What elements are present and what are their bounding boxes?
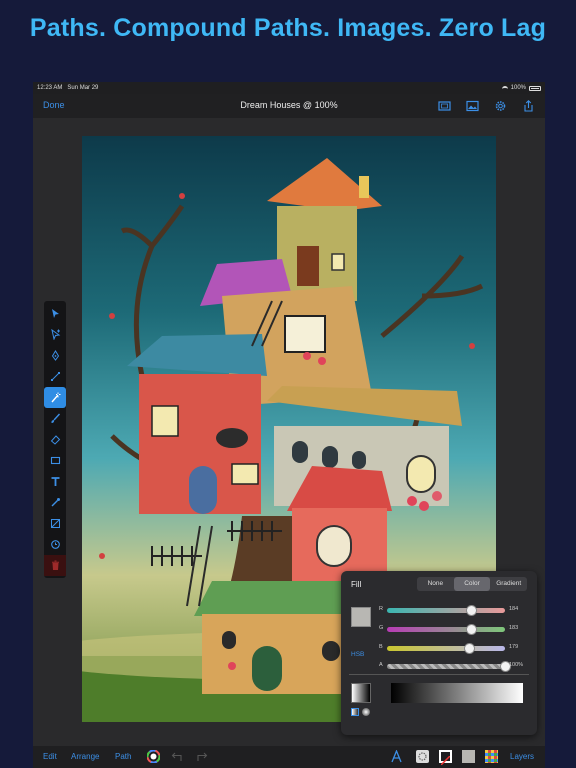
blue-label: B [379, 644, 383, 650]
green-slider-knob[interactable] [466, 624, 478, 635]
status-right: 100% [501, 85, 541, 91]
fill-mode-none[interactable]: None [417, 577, 454, 591]
fill-mode-color[interactable]: Color [453, 577, 491, 591]
magic-wand-icon[interactable] [44, 387, 66, 408]
linear-gradient-icon[interactable] [351, 708, 359, 716]
status-time: 12:23 AM Sun Mar 29 [37, 85, 99, 91]
blue-slider[interactable] [387, 646, 505, 651]
stroke-style-icon[interactable] [439, 750, 452, 766]
edit-button[interactable]: Edit [43, 752, 57, 761]
radial-gradient-icon[interactable] [362, 708, 370, 716]
rectangle-icon[interactable] [44, 450, 66, 471]
canvas-size-icon[interactable] [438, 99, 451, 111]
blue-slider-row: B 179 [379, 643, 529, 654]
path-button[interactable]: Path [115, 752, 131, 761]
alpha-value: 100% [509, 662, 524, 668]
rotate-icon[interactable] [44, 534, 66, 555]
nav-icons [438, 99, 535, 112]
battery-percent: 100% [510, 85, 526, 91]
image-icon[interactable] [466, 99, 479, 112]
fill-color-well[interactable] [462, 750, 475, 763]
trash-icon[interactable] [44, 555, 66, 576]
current-color-swatch[interactable] [351, 607, 371, 627]
gradient-bar[interactable] [391, 683, 523, 703]
arrange-button[interactable]: Arrange [71, 752, 99, 761]
eraser-icon[interactable] [44, 429, 66, 450]
gradient-preview[interactable] [351, 683, 371, 703]
text-icon[interactable] [44, 471, 66, 492]
gear-icon[interactable] [494, 99, 507, 111]
direct-select-icon[interactable] [44, 324, 66, 345]
layers-button[interactable]: Layers [510, 752, 534, 761]
text-style-icon[interactable] [390, 749, 403, 763]
share-icon[interactable] [522, 99, 535, 112]
status-bar: 12:23 AM Sun Mar 29 100% [33, 82, 545, 94]
color-wheel-icon[interactable] [146, 749, 161, 764]
alpha-slider-row: A 100% [379, 661, 529, 672]
headline: Paths. Compound Paths. Images. Zero Lag [29, 14, 547, 42]
fill-panel-divider [349, 674, 529, 675]
fill-style-icon[interactable] [416, 750, 429, 763]
battery-icon [529, 85, 541, 91]
brush-icon[interactable] [44, 408, 66, 429]
red-label: R [379, 606, 383, 612]
tool-palette [44, 301, 66, 578]
alpha-label: A [379, 662, 383, 668]
green-slider[interactable] [387, 627, 505, 632]
anchor-point-icon[interactable] [44, 366, 66, 387]
swatches-icon[interactable] [485, 750, 498, 763]
wifi-icon [501, 86, 508, 90]
nav-bar: Done Dream Houses @ 100% [33, 94, 545, 118]
red-slider[interactable] [387, 608, 505, 613]
undo-icon[interactable] [171, 750, 184, 763]
hsb-toggle[interactable]: HSB [351, 651, 364, 658]
ipad-screen: 12:23 AM Sun Mar 29 100% Done Dream Hous… [33, 82, 545, 768]
green-slider-row: G 183 [379, 624, 529, 635]
pen-icon[interactable] [44, 345, 66, 366]
red-value: 184 [509, 606, 519, 612]
redo-icon[interactable] [195, 750, 208, 763]
gradient-type-icons [351, 708, 370, 716]
red-slider-row: R 184 [379, 605, 529, 616]
fill-panel: Fill None Color Gradient R 184 G 183 B 1… [341, 571, 537, 735]
select-icon[interactable] [44, 303, 66, 324]
blue-value: 179 [509, 644, 519, 650]
fill-mode-gradient[interactable]: Gradient [490, 577, 527, 591]
eyedropper-icon[interactable] [44, 492, 66, 513]
fill-mode-selector: None Color Gradient [417, 577, 527, 591]
alpha-slider[interactable] [387, 664, 505, 669]
red-slider-knob[interactable] [466, 605, 478, 616]
gradient-icon[interactable] [44, 513, 66, 534]
green-value: 183 [509, 625, 519, 631]
blue-slider-knob[interactable] [464, 643, 476, 654]
green-label: G [379, 625, 384, 631]
fill-panel-title: Fill [351, 580, 362, 589]
bottom-toolbar: Edit Arrange Path Layers [33, 746, 545, 768]
